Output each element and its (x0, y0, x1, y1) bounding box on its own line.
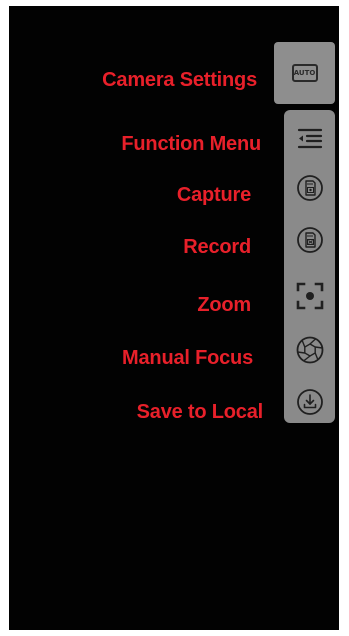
label-manual-focus: Manual Focus (122, 347, 253, 369)
camera-view: Camera Settings Function Menu Capture Re… (9, 6, 339, 630)
label-save-to-local: Save to Local (136, 401, 264, 423)
zoom-button[interactable] (284, 274, 335, 318)
capture-button[interactable] (284, 166, 335, 210)
label-camera-settings: Camera Settings (102, 69, 257, 91)
save-to-local-button[interactable] (284, 380, 335, 424)
label-zoom: Zoom (197, 294, 251, 316)
label-function-menu: Function Menu (121, 133, 261, 155)
download-icon (296, 389, 323, 415)
auto-mode-icon: AUTO (291, 64, 318, 82)
aperture-icon (296, 336, 323, 364)
manual-focus-button[interactable] (284, 328, 335, 372)
sd-card-record-icon (296, 227, 323, 253)
camera-toolbar (284, 110, 335, 423)
sd-card-capture-icon (296, 175, 323, 201)
function-menu-button[interactable] (284, 116, 335, 160)
label-record: Record (183, 236, 251, 258)
menu-list-icon (297, 128, 322, 149)
camera-settings-button[interactable]: AUTO (274, 42, 335, 104)
label-capture: Capture (176, 184, 251, 206)
record-button[interactable] (284, 218, 335, 262)
focus-frame-icon (296, 282, 323, 310)
